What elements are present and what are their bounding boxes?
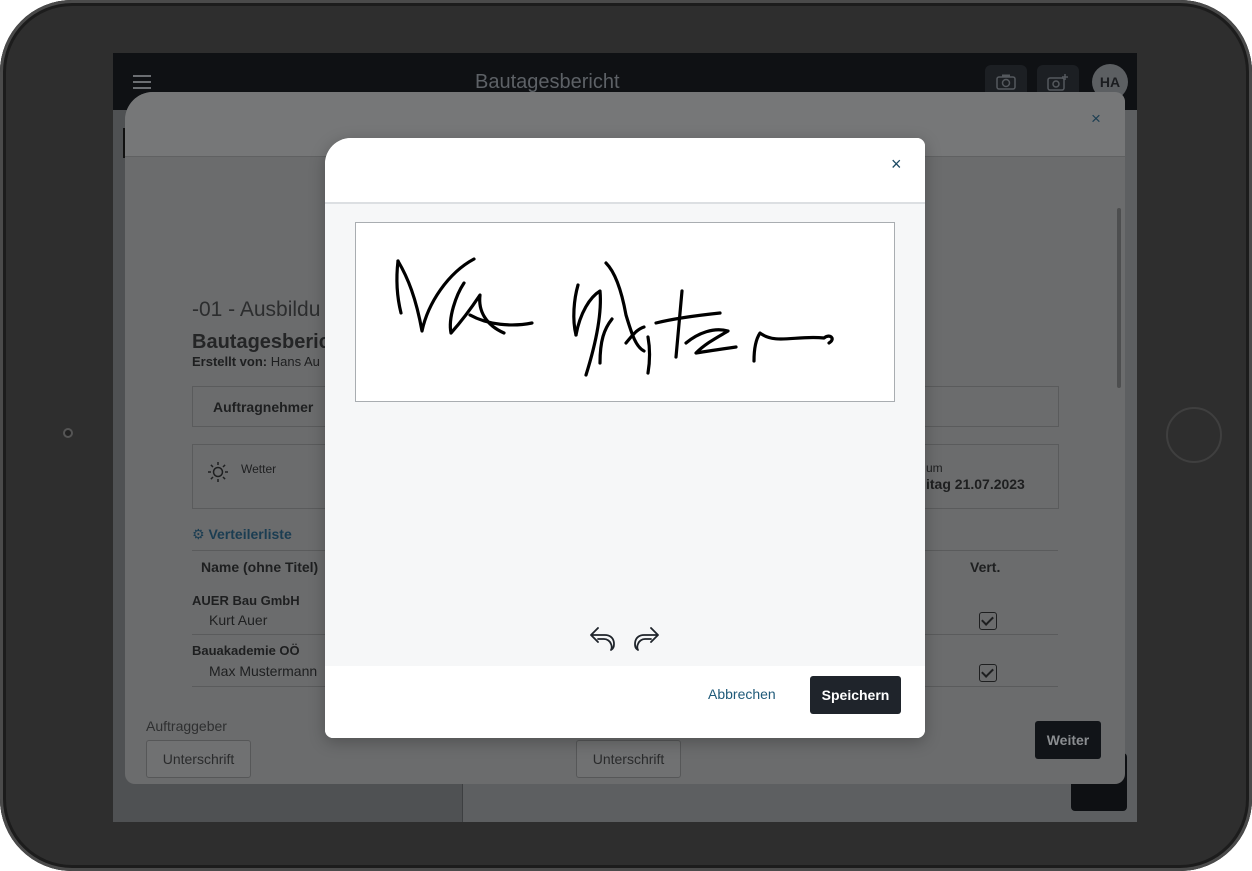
report-dialog-close-button[interactable]: × <box>1091 109 1101 129</box>
report-title: Bautagesberic <box>192 331 330 353</box>
redo-icon <box>634 627 659 651</box>
camera-add-icon <box>1047 74 1068 91</box>
date-label: um <box>926 461 943 475</box>
col-header-vert: Vert. <box>970 559 1001 575</box>
created-by-value: Hans Au <box>270 354 320 369</box>
row-person: Max Mustermann <box>209 663 318 679</box>
weather-label: Wetter <box>241 462 277 476</box>
row-company: AUER Bau GmbH <box>192 593 300 608</box>
settings-icon: ⚙ <box>192 526 205 542</box>
col-header-name: Name (ohne Titel) <box>201 559 319 575</box>
undo-icon <box>590 627 615 651</box>
signature-dialog: × Abbrechen Speichern <box>325 138 925 738</box>
signature-drawing <box>395 257 834 377</box>
signature-dialog-header: × <box>325 138 925 204</box>
scrollbar[interactable] <box>1117 208 1121 388</box>
created-by-label: Erstellt von: <box>192 354 268 369</box>
front-camera <box>63 428 73 438</box>
vert-checkbox[interactable] <box>979 612 997 630</box>
next-button[interactable]: Weiter <box>1035 721 1101 759</box>
camera-icon <box>996 74 1016 90</box>
row-person: Kurt Auer <box>209 612 268 628</box>
app-title: Bautagesbericht <box>475 71 620 93</box>
contractor-signature-button[interactable]: Unterschrift <box>576 740 681 778</box>
distribution-list-label: Verteilerliste <box>208 526 292 542</box>
signature-dialog-footer: Abbrechen Speichern <box>325 666 925 738</box>
date-value: itag 21.07.2023 <box>926 476 1025 492</box>
tablet-frame: Bautagesbericht HA × -01 - Ausbildu Baut… <box>0 0 1252 871</box>
sun-icon <box>208 462 228 482</box>
save-button[interactable]: Speichern <box>810 676 901 714</box>
client-signature-button[interactable]: Unterschrift <box>146 740 251 778</box>
redo-button[interactable] <box>631 624 661 652</box>
signature-pad[interactable] <box>355 222 895 402</box>
hamburger-menu-icon[interactable] <box>133 75 151 89</box>
home-button[interactable] <box>1166 407 1222 463</box>
close-icon[interactable]: × <box>891 154 902 175</box>
cancel-button[interactable]: Abbrechen <box>708 686 776 702</box>
vert-checkbox[interactable] <box>979 664 997 682</box>
project-title: -01 - Ausbildu <box>192 298 321 321</box>
created-by: Erstellt von: Hans Au <box>192 354 320 369</box>
distribution-list-link[interactable]: ⚙ Verteilerliste <box>192 526 292 543</box>
client-label: Auftraggeber <box>146 718 227 734</box>
undo-button[interactable] <box>588 624 618 652</box>
row-company: Bauakademie OÖ <box>192 643 300 658</box>
contractor-label: Auftragnehmer <box>213 399 314 415</box>
